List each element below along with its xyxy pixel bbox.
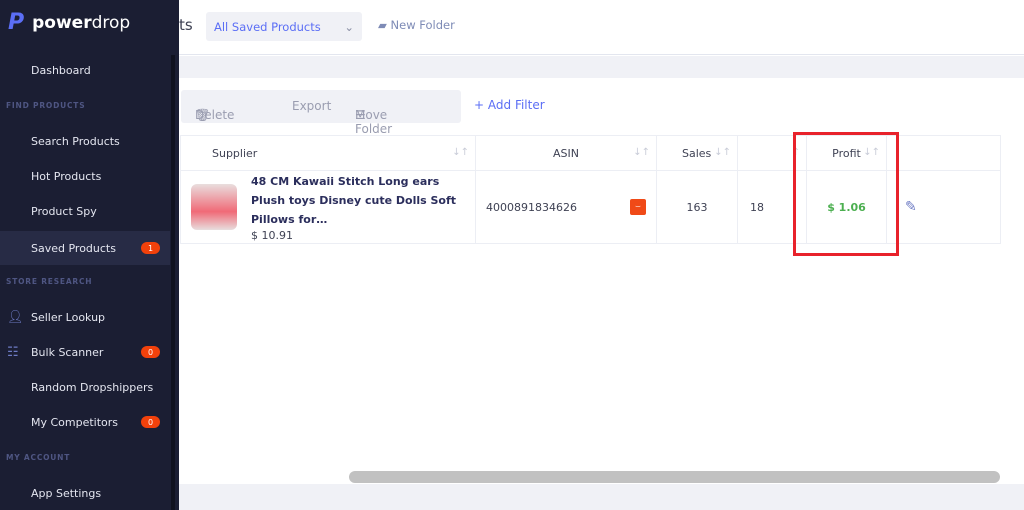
section-my-account: MY ACCOUNT xyxy=(6,453,71,462)
sidebar-item-label: Seller Lookup xyxy=(31,310,106,324)
product-thumbnail[interactable] xyxy=(191,184,237,230)
horizontal-scrollbar[interactable] xyxy=(349,471,1000,483)
scanner-icon: ☷ xyxy=(7,344,19,360)
sidebar-item-label: Saved Products xyxy=(31,241,116,255)
count-badge: 0 xyxy=(141,346,160,358)
sidebar-item-label: My Competitors xyxy=(31,415,119,429)
sidebar-item-saved-products[interactable]: Saved Products 1 xyxy=(0,231,170,265)
sidebar-item-label: App Settings xyxy=(31,486,102,500)
column-label: Supplier xyxy=(212,146,258,160)
sort-icon[interactable]: ↓↑ xyxy=(452,147,469,158)
product-name[interactable]: 48 CM Kawaii Stitch Long ears Plush toys… xyxy=(251,172,466,229)
page-title: ts xyxy=(179,16,193,34)
add-filter-label: Add Filter xyxy=(487,98,545,112)
column-actions xyxy=(886,135,1001,171)
logo[interactable]: P powerdrop xyxy=(8,10,130,35)
profit-highlight-box xyxy=(793,132,899,256)
aliexpress-icon[interactable]: ⌣ xyxy=(630,199,646,215)
user-icon: 👤︎ xyxy=(7,309,24,325)
column-supplier[interactable]: Supplier ↓↑ xyxy=(180,135,476,171)
sidebar-item-seller-lookup[interactable]: 👤︎ Seller Lookup xyxy=(0,302,170,332)
folder-plus-icon: ▰ xyxy=(378,18,387,32)
column-sales[interactable]: Sales ↓↑ xyxy=(656,135,738,171)
folder-select[interactable]: All Saved Products ⌄ xyxy=(206,12,362,41)
add-filter-button[interactable]: + Add Filter xyxy=(474,98,545,112)
sidebar-item-label: Hot Products xyxy=(31,169,102,183)
sidebar-item-search-products[interactable]: Search Products xyxy=(0,126,170,156)
sidebar-item-hot-products[interactable]: Hot Products xyxy=(0,161,170,191)
supplier-cell: 48 CM Kawaii Stitch Long ears Plush toys… xyxy=(180,170,476,244)
powerdrop-logo-icon: P xyxy=(8,10,25,35)
section-find-products: FIND PRODUCTS xyxy=(6,101,86,110)
product-price: $ 10.91 xyxy=(251,229,293,242)
section-store-research: STORE RESEARCH xyxy=(6,277,93,286)
sidebar: P powerdrop Dashboard FIND PRODUCTS Sear… xyxy=(0,0,170,510)
sidebar-scrollbar[interactable] xyxy=(170,0,179,510)
header: ts All Saved Products ⌄ ▰ New Folder xyxy=(179,0,1024,55)
sidebar-item-product-spy[interactable]: Product Spy xyxy=(0,196,170,226)
delete-label: Delete xyxy=(195,108,235,122)
asin-value: 4000891834626 xyxy=(486,200,577,214)
column-label: Sales xyxy=(682,146,712,160)
sidebar-item-label: Bulk Scanner xyxy=(31,345,104,359)
sidebar-item-random-dropshippers[interactable]: Random Dropshippers xyxy=(0,372,170,402)
filter-band xyxy=(179,56,1024,78)
export-button[interactable]: Export xyxy=(292,99,331,113)
chevron-down-icon: ⌄ xyxy=(344,20,354,34)
column-asin[interactable]: ASIN ↓↑ xyxy=(475,135,657,171)
new-folder-button[interactable]: ▰ New Folder xyxy=(378,18,455,32)
sort-icon[interactable]: ↓↑ xyxy=(714,147,731,158)
plus-icon: + xyxy=(474,98,485,112)
sidebar-item-dashboard[interactable]: Dashboard xyxy=(0,55,170,85)
sidebar-item-app-settings[interactable]: App Settings xyxy=(0,478,170,508)
sidebar-item-bulk-scanner[interactable]: ☷ Bulk Scanner 0 xyxy=(0,337,170,367)
sort-icon[interactable]: ↓↑ xyxy=(633,147,650,158)
asin-cell: 4000891834626 ⌣ xyxy=(475,170,657,244)
brand-name: powerdrop xyxy=(32,12,131,33)
sales-cell: 163 xyxy=(656,170,738,244)
sidebar-item-label: Product Spy xyxy=(31,204,97,218)
footer-band xyxy=(179,484,1024,510)
move-folder-label: Move Folder xyxy=(355,108,393,136)
sidebar-item-my-competitors[interactable]: My Competitors 0 xyxy=(0,407,170,437)
sidebar-item-label: Dashboard xyxy=(31,63,91,77)
edit-icon[interactable]: ✎ xyxy=(886,170,1001,244)
bulk-actions-toolbar: 🗑︎ Delete Export ☰ Move Folder xyxy=(181,90,461,136)
sidebar-item-label: Search Products xyxy=(31,134,120,148)
sidebar-item-label: Random Dropshippers xyxy=(31,380,154,394)
sidebar-scroll-thumb[interactable] xyxy=(171,55,175,510)
new-folder-label: New Folder xyxy=(390,18,455,32)
column-label: ASIN xyxy=(553,146,579,160)
count-badge: 1 xyxy=(141,242,160,254)
folder-select-value: All Saved Products xyxy=(214,20,321,34)
count-badge: 0 xyxy=(141,416,160,428)
